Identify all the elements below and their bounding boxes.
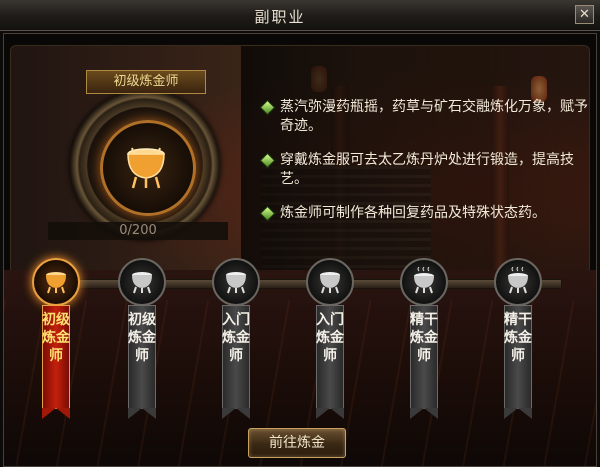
cauldron-icon [46, 272, 66, 294]
rank-label: 初级炼金师 [42, 312, 70, 364]
cauldron-icon [320, 272, 340, 294]
description-item: 蒸汽弥漫药瓶摇，药草与矿石交融炼化万象，赋予奇迹。 [258, 98, 588, 136]
cauldron-icon [414, 267, 434, 294]
diamond-bullet-icon [259, 205, 276, 222]
rank-node-5[interactable] [400, 258, 448, 306]
rank-banner-6[interactable]: 精干炼金师 [504, 305, 532, 419]
rank-node-3[interactable] [212, 258, 260, 306]
title-bar[interactable]: 副职业 ✕ [0, 0, 600, 31]
rank-node-4[interactable] [306, 258, 354, 306]
profession-title: 初级炼金师 [86, 70, 206, 94]
rank-label: 初级炼金师 [128, 312, 156, 364]
rank-banner-2[interactable]: 初级炼金师 [128, 305, 156, 419]
window-title: 副职业 [254, 8, 306, 26]
profession-window: 副职业 ✕ 初级炼金师 0/200 蒸汽弥漫药瓶摇，药草与矿石交融炼化万象，赋予… [0, 0, 600, 467]
rank-node-2[interactable] [118, 258, 166, 306]
rank-banner-3[interactable]: 入门炼金师 [222, 305, 250, 419]
go-alchemy-button[interactable]: 前往炼金 [248, 428, 346, 458]
rank-label: 精干炼金师 [410, 312, 438, 364]
rank-label: 精干炼金师 [504, 312, 532, 364]
cauldron-icon [508, 267, 528, 294]
close-button[interactable]: ✕ [575, 5, 594, 24]
rank-banner-5[interactable]: 精干炼金师 [410, 305, 438, 419]
rank-node-1[interactable] [32, 258, 80, 306]
cauldron-icon [132, 272, 152, 294]
rank-label: 入门炼金师 [222, 312, 250, 364]
description-item: 穿戴炼金服可去太乙炼丹炉处进行锻造，提高技艺。 [258, 151, 588, 189]
rank-node-6[interactable] [494, 258, 542, 306]
description-list: 蒸汽弥漫药瓶摇，药草与矿石交融炼化万象，赋予奇迹。 穿戴炼金服可去太乙炼丹炉处进… [258, 98, 588, 238]
diamond-bullet-icon [259, 99, 276, 116]
description-item: 炼金师可制作各种回复药品及特殊状态药。 [258, 204, 588, 223]
cauldron-icon [127, 147, 165, 189]
rank-banner-1[interactable]: 初级炼金师 [42, 305, 70, 419]
diamond-bullet-icon [259, 152, 276, 169]
profession-progress: 0/200 [48, 222, 228, 240]
rank-label: 入门炼金师 [316, 312, 344, 364]
cauldron-icon [226, 272, 246, 294]
rank-banner-4[interactable]: 入门炼金师 [316, 305, 344, 419]
